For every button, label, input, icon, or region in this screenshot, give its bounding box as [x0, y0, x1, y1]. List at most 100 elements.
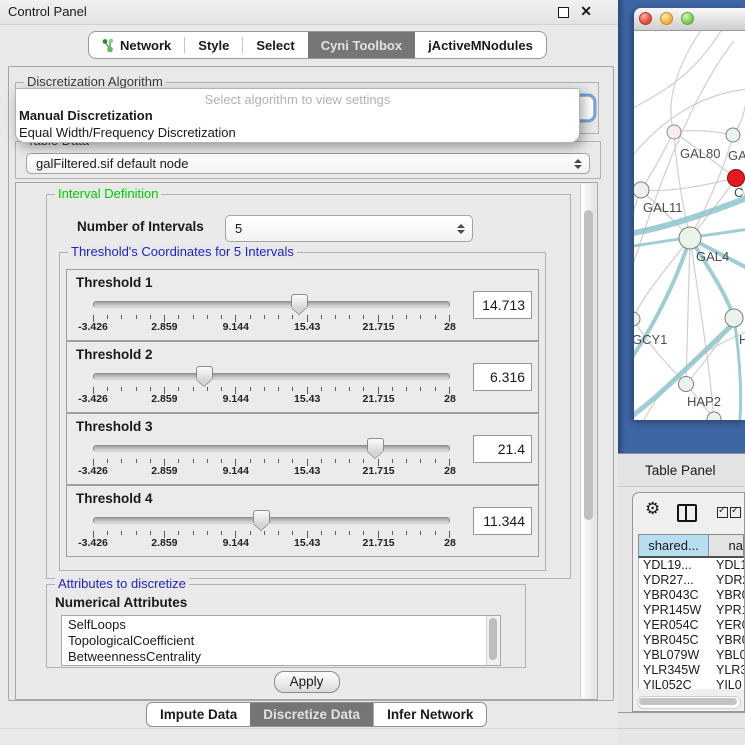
tick-label: 9.144: [223, 321, 249, 333]
threshold-value-field[interactable]: 14.713: [473, 291, 532, 319]
table-panel-title: Table Panel: [645, 463, 716, 478]
slider-track[interactable]: [93, 301, 450, 308]
threshold-slider[interactable]: [93, 441, 450, 457]
slider-thumb[interactable]: [291, 294, 308, 307]
tick-mark: [363, 315, 364, 319]
slider-thumb[interactable]: [253, 510, 270, 523]
network-node-red[interactable]: [728, 170, 745, 187]
table-row[interactable]: YDR27...YDR2: [639, 573, 744, 588]
algorithm-dropdown-popup: Select algorithm to view settingsManual …: [15, 88, 580, 143]
list-scrollbar-thumb[interactable]: [489, 618, 497, 660]
tick-mark: [292, 531, 293, 535]
table-row[interactable]: YLR345WYLR3: [639, 663, 744, 678]
threshold-value-field[interactable]: 21.4: [473, 435, 532, 463]
network-node[interactable]: [679, 377, 694, 392]
network-node[interactable]: [634, 312, 640, 326]
tab-style[interactable]: Style: [185, 32, 242, 58]
network-node[interactable]: [726, 128, 740, 142]
divider: [0, 728, 618, 729]
tab-cyni-toolbox[interactable]: Cyni Toolbox: [308, 32, 415, 58]
network-window-titlebar[interactable]: [634, 8, 745, 31]
threshold-slider[interactable]: [93, 297, 450, 313]
slider-track[interactable]: [93, 373, 450, 380]
list-item-topologicalcoefficient[interactable]: TopologicalCoefficient: [62, 633, 487, 649]
tick-mark: [278, 387, 279, 391]
tick-label: 28: [444, 465, 456, 477]
tick-mark: [264, 459, 265, 463]
tick-label: -3.426: [78, 465, 108, 477]
slider-track[interactable]: [93, 517, 450, 524]
network-icon: [102, 38, 114, 53]
settings-scrollbar-thumb[interactable]: [584, 210, 593, 520]
table-panel-titlebar: Table Panel: [618, 453, 745, 487]
minimize-traffic-light-icon[interactable]: [660, 12, 673, 25]
tab-impute-data[interactable]: Impute Data: [147, 703, 250, 726]
table-row[interactable]: YBL079WYBL0: [639, 648, 744, 663]
table-row[interactable]: YDL19...YDL1: [639, 558, 744, 573]
tick-mark: [420, 531, 421, 535]
tick-mark: [221, 315, 222, 319]
tab-select[interactable]: Select: [243, 32, 307, 58]
slider-thumb[interactable]: [196, 366, 213, 379]
table-data-combo[interactable]: galFiltered.sif default node: [26, 153, 590, 174]
threshold-value-field[interactable]: 11.344: [473, 507, 532, 535]
apply-button[interactable]: Apply: [274, 671, 340, 693]
slider-track[interactable]: [93, 445, 450, 452]
network-node[interactable]: [634, 182, 649, 198]
threshold-value-field[interactable]: 6.316: [473, 363, 532, 391]
column-header-name[interactable]: na: [709, 535, 743, 556]
tick-mark: [420, 459, 421, 463]
threshold-slider[interactable]: [93, 513, 450, 529]
table-row[interactable]: YIL052CYIL0: [639, 678, 744, 689]
table-row[interactable]: YBR043CYBR0: [639, 588, 744, 603]
table-row[interactable]: YPR145WYPR1: [639, 603, 744, 618]
list-item-betweennesscentrality[interactable]: BetweennessCentrality: [62, 649, 487, 665]
algorithm-option-manual-discretization[interactable]: Manual Discretization: [19, 108, 153, 123]
tick-label: 28: [444, 537, 456, 549]
table-panel-footer: [618, 712, 745, 745]
table-hscrollbar-thumb[interactable]: [639, 698, 737, 705]
network-node[interactable]: [679, 227, 701, 249]
slider-thumb[interactable]: [367, 438, 384, 451]
table-hscrollbar[interactable]: [637, 696, 741, 709]
table-row[interactable]: YER054CYER0: [639, 618, 744, 633]
tick-mark: [264, 387, 265, 391]
tick-mark: [392, 387, 393, 391]
panel-title: Control Panel: [8, 4, 87, 19]
network-canvas[interactable]: GAL80GACGAL11GAL4GCY1HHAP2: [634, 31, 745, 420]
columns-icon[interactable]: [677, 504, 697, 522]
float-window-icon[interactable]: [558, 7, 569, 18]
number-of-intervals-combo[interactable]: 5: [225, 215, 473, 242]
tick-mark: [321, 459, 322, 463]
discretization-algorithm-label: Discretization Algorithm: [24, 74, 166, 89]
gear-icon[interactable]: ⚙: [645, 500, 660, 517]
tab-label: Select: [256, 38, 294, 53]
checkbox-icon[interactable]: [730, 507, 741, 518]
close-icon[interactable]: ✕: [580, 3, 592, 20]
tab-jactivemnodules[interactable]: jActiveMNodules: [415, 32, 546, 58]
network-node[interactable]: [725, 309, 743, 327]
table-row[interactable]: YBR045CYBR0: [639, 633, 744, 648]
tick-mark: [221, 531, 222, 535]
algorithm-option-equal-width-frequency-discretization[interactable]: Equal Width/Frequency Discretization: [19, 125, 236, 140]
zoom-traffic-light-icon[interactable]: [681, 12, 694, 25]
screen: Control Panel ✕ NetworkStyle Select Cyni T…: [0, 0, 745, 745]
list-scrollbar[interactable]: [486, 616, 500, 665]
tick-mark: [435, 531, 436, 535]
network-node[interactable]: [667, 125, 681, 139]
tab-infer-network[interactable]: Infer Network: [373, 703, 486, 726]
checkbox-icon[interactable]: [717, 507, 728, 518]
threshold-slider[interactable]: [93, 369, 450, 385]
close-traffic-light-icon[interactable]: [639, 12, 652, 25]
tick-mark: [392, 531, 393, 535]
tick-label: -3.426: [78, 393, 108, 405]
tick-label: 21.715: [363, 321, 395, 333]
settings-scrollbar[interactable]: [580, 184, 596, 698]
tab-network[interactable]: Network: [89, 32, 184, 58]
tab-discretize-data[interactable]: Discretize Data: [250, 703, 373, 726]
tick-mark: [392, 459, 393, 463]
column-header-shared-name[interactable]: shared...: [639, 535, 709, 556]
node-label-gal11: GAL11: [643, 200, 683, 215]
algorithm-placeholder-option: Select algorithm to view settings: [16, 92, 579, 107]
list-item-selfloops[interactable]: SelfLoops: [62, 617, 487, 633]
